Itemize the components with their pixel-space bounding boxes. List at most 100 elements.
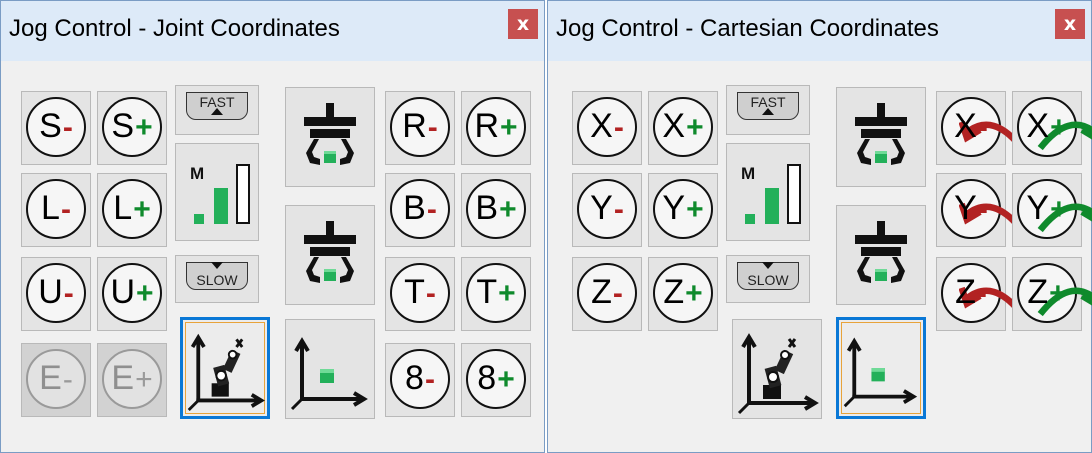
axis-label: L [41,189,60,227]
jog-u-plus-button[interactable]: U+ [97,257,167,331]
jog-x-minus-button[interactable]: X- [572,91,642,165]
jog-l-minus-button[interactable]: L- [21,173,91,247]
axis-label: B [403,189,426,227]
jog-8-minus-button[interactable]: 8- [385,343,455,417]
plus-sign: + [498,277,516,310]
axis-label: S [39,107,62,145]
axis-label: L [113,189,133,227]
speed-bar-3 [236,164,250,224]
jog-e-plus-button[interactable]: E+ [97,343,167,417]
gripper-icon [837,88,925,186]
tool-select-button-2[interactable] [285,205,375,305]
minus-sign: - [63,277,74,310]
jog-8-plus-button[interactable]: 8+ [461,343,531,417]
jog-s-minus-button[interactable]: S- [21,91,91,165]
minus-sign: - [62,111,73,144]
plus-sign: + [135,363,153,396]
slow-label: SLOW [747,272,789,288]
jog-u-minus-button[interactable]: U- [21,257,91,331]
jog-y-plus-button[interactable]: Y+ [648,173,718,247]
jog-l-plus-button[interactable]: L+ [97,173,167,247]
axis-label: R [474,107,500,145]
gripper-icon [286,206,374,304]
minus-sign: - [424,363,435,396]
gripper-icon [286,88,374,186]
joint-jog-window: Jog Control - Joint Coordinates x S- S+ … [0,0,545,453]
speed-level-indicator: M [175,143,259,241]
jog-t-minus-button[interactable]: T- [385,257,455,331]
speed-level-label: M [741,164,756,183]
axis-label: Z [591,273,612,311]
axis-label: X [590,107,613,145]
plus-sign: + [1050,111,1068,144]
axis-label: U [110,273,136,311]
jog-r-minus-button[interactable]: R- [385,91,455,165]
cube-frame-button[interactable] [836,317,926,419]
robot-frame-icon [183,320,267,416]
rotate-z-minus-button[interactable]: Z- [936,257,1025,331]
jog-e-minus-button[interactable]: E- [21,343,91,417]
tool-select-button[interactable] [285,87,375,187]
jog-b-plus-button[interactable]: B+ [461,173,531,247]
speed-up-button[interactable]: FAST [175,85,259,135]
axis-label: T [404,273,425,311]
speed-up-button[interactable]: FAST [726,85,810,135]
speed-bar-1 [194,214,204,224]
rotate-x-plus-button[interactable]: X+ [1012,91,1092,165]
jog-y-minus-button[interactable]: Y- [572,173,642,247]
axis-label: R [402,107,427,145]
axis-label: 8 [405,359,424,397]
axis-label: Y [590,189,613,227]
jog-x-plus-button[interactable]: X+ [648,91,718,165]
window-title: Jog Control - Cartesian Coordinates [556,15,939,42]
plus-sign: + [133,193,151,226]
title-bar: Jog Control - Joint Coordinates x [1,1,544,61]
plus-sign: + [685,277,703,310]
axis-label: Y [1026,189,1050,227]
axis-label: B [475,189,499,227]
minus-sign: - [613,111,624,144]
jog-z-minus-button[interactable]: Z- [572,257,642,331]
triangle-up-icon [762,108,774,115]
minus-sign: - [425,277,436,310]
robot-frame-button[interactable] [180,317,270,419]
speed-down-button[interactable]: SLOW [175,255,259,303]
speed-level-label: M [190,164,205,183]
minus-sign: - [613,193,624,226]
minus-sign: - [426,193,437,226]
slow-label: SLOW [196,272,238,288]
close-button[interactable]: x [508,9,538,39]
rotate-y-plus-button[interactable]: Y+ [1012,173,1092,247]
jog-panel: S- S+ L- L+ U- U+ E- E+ FAST M SLOW R- R… [1,61,544,452]
rotate-z-plus-button[interactable]: Z+ [1012,257,1092,331]
jog-b-minus-button[interactable]: B- [385,173,455,247]
tool-select-button-2[interactable] [836,205,926,305]
rotate-x-minus-button[interactable]: X- [936,91,1025,165]
axis-label: Z [955,273,976,311]
rotate-y-minus-button[interactable]: Y- [936,173,1025,247]
robot-frame-button[interactable] [732,319,822,419]
jog-panel: X- X+ Y- Y+ Z- Z+ FAST M SLOW X- X+ Y- Y… [548,61,1092,452]
close-button[interactable]: x [1055,9,1085,39]
cube-frame-icon [286,320,374,418]
cube-frame-button[interactable] [285,319,375,419]
axis-label: Y [954,189,977,227]
axis-label: Z [663,273,685,311]
speed-bar-1 [745,214,755,224]
plus-sign: + [1049,277,1067,310]
minus-sign: - [60,193,71,226]
speed-bar-2 [214,188,228,224]
jog-r-plus-button[interactable]: R+ [461,91,531,165]
triangle-down-icon [762,262,774,269]
axis-label: Y [662,189,686,227]
jog-z-plus-button[interactable]: Z+ [648,257,718,331]
axis-label: E [39,359,62,397]
axis-label: T [476,273,498,311]
minus-sign: - [427,111,438,144]
triangle-down-icon [211,262,223,269]
jog-s-plus-button[interactable]: S+ [97,91,167,165]
jog-t-plus-button[interactable]: T+ [461,257,531,331]
speed-down-button[interactable]: SLOW [726,255,810,303]
axis-label: Z [1027,273,1049,311]
tool-select-button[interactable] [836,87,926,187]
